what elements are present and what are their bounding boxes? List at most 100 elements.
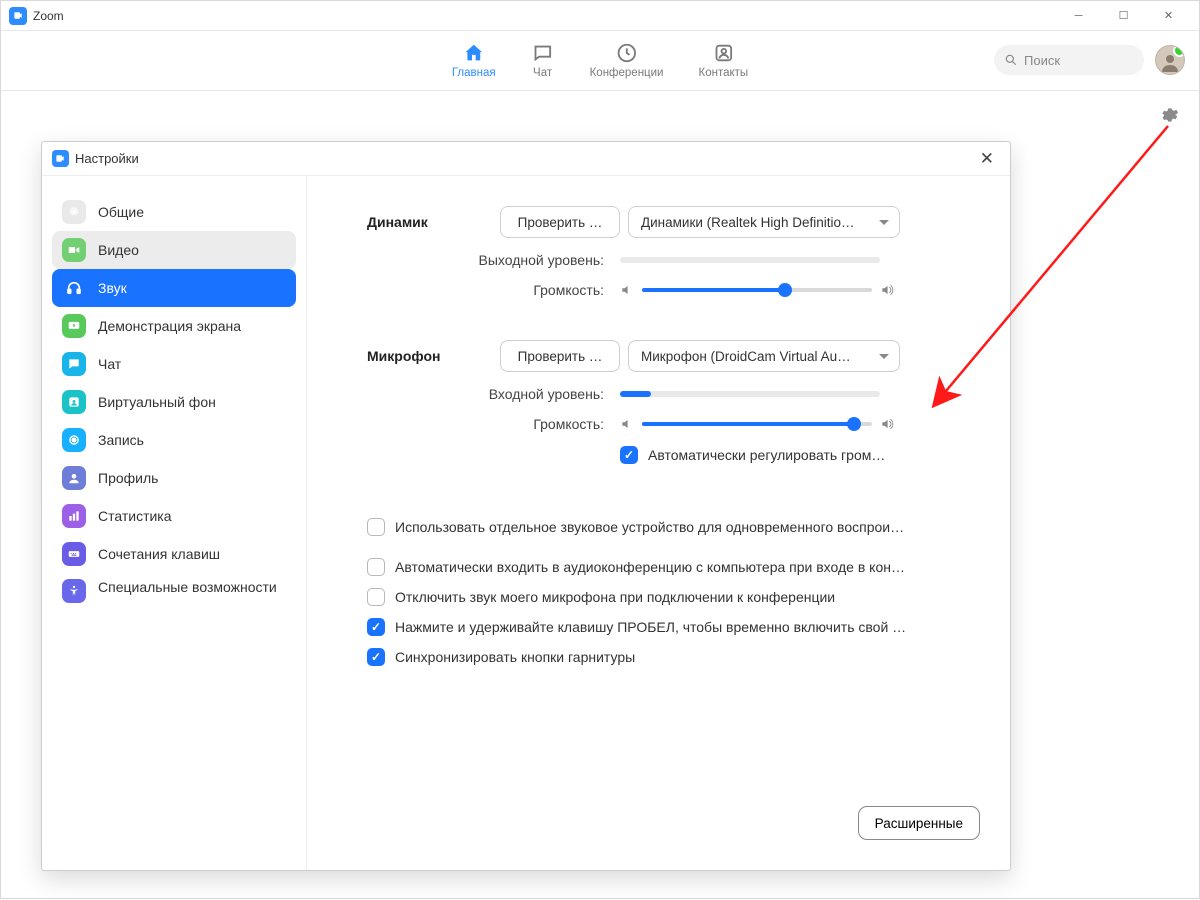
- nav-meetings-label: Конференции: [590, 67, 664, 79]
- settings-close-button[interactable]: ✕: [974, 147, 1000, 171]
- nav-chat-label: Чат: [533, 67, 552, 79]
- sidebar-item-label: Общие: [98, 204, 144, 220]
- sidebar-item-shortcuts[interactable]: Сочетания клавиш: [52, 535, 296, 573]
- mic-input-level-meter: [620, 391, 880, 397]
- gear-icon[interactable]: [1159, 105, 1179, 130]
- chat-bubble-icon: [531, 41, 555, 65]
- option-auto-join: Автоматически входить в аудиоконференцию…: [367, 558, 1000, 576]
- sidebar-item-audio[interactable]: Звук: [52, 269, 296, 307]
- sidebar-item-label: Профиль: [98, 470, 158, 486]
- advanced-button[interactable]: Расширенные: [858, 806, 980, 840]
- speaker-low-icon: [620, 417, 634, 431]
- sidebar-item-vbg[interactable]: Виртуальный фон: [52, 383, 296, 421]
- speaker-low-icon: [620, 283, 634, 297]
- mic-device-value: Микрофон (DroidCam Virtual Au…: [641, 349, 851, 364]
- sidebar-item-label: Звук: [98, 280, 127, 296]
- speaker-section-label: Динамик: [367, 214, 492, 230]
- clock-icon: [615, 41, 639, 65]
- settings-body: Общие Видео Звук: [42, 176, 1010, 870]
- settings-window: Настройки ✕ Общие Видео: [41, 141, 1011, 871]
- sidebar-item-share[interactable]: Демонстрация экрана: [52, 307, 296, 345]
- nav-meetings[interactable]: Конференции: [590, 41, 664, 79]
- nav-contacts-label: Контакты: [698, 67, 748, 79]
- sidebar-item-label: Виртуальный фон: [98, 394, 216, 410]
- sidebar-item-video[interactable]: Видео: [52, 231, 296, 269]
- sidebar-item-accessibility[interactable]: Специальные возможности: [52, 573, 296, 609]
- avatar-button[interactable]: [1155, 45, 1185, 75]
- maximize-button[interactable]: ☐: [1101, 1, 1146, 31]
- auto-adjust-volume-checkbox[interactable]: [620, 446, 638, 464]
- app-icon: [52, 150, 69, 167]
- share-screen-icon: [62, 314, 86, 338]
- speaker-high-icon: [880, 417, 894, 431]
- sidebar-item-chat[interactable]: Чат: [52, 345, 296, 383]
- auto-join-label: Автоматически входить в аудиоконференцию…: [395, 559, 905, 575]
- record-icon: [62, 428, 86, 452]
- speaker-device-dropdown[interactable]: Динамики (Realtek High Definitio…: [628, 206, 900, 238]
- auto-adjust-volume-label: Автоматически регулировать гром…: [648, 447, 885, 463]
- mute-on-join-checkbox[interactable]: [367, 588, 385, 606]
- speaker-output-level-row: Выходной уровень:: [367, 252, 1000, 268]
- speaker-device-value: Динамики (Realtek High Definitio…: [641, 215, 854, 230]
- sidebar-item-label: Сочетания клавиш: [98, 546, 220, 562]
- search-placeholder: Поиск: [1024, 53, 1060, 68]
- ptt-label: Нажмите и удерживайте клавишу ПРОБЕЛ, чт…: [395, 619, 906, 635]
- nav-group: Главная Чат Конференции Контакты: [452, 41, 748, 79]
- mic-device-dropdown[interactable]: Микрофон (DroidCam Virtual Au…: [628, 340, 900, 372]
- nav-home-label: Главная: [452, 67, 496, 79]
- mic-test-button[interactable]: Проверить …: [500, 340, 620, 372]
- sidebar-item-general[interactable]: Общие: [52, 193, 296, 231]
- ptt-checkbox[interactable]: [367, 618, 385, 636]
- mic-volume-label: Громкость:: [367, 416, 612, 432]
- sidebar-item-record[interactable]: Запись: [52, 421, 296, 459]
- search-input[interactable]: Поиск: [994, 45, 1144, 75]
- separate-device-checkbox[interactable]: [367, 518, 385, 536]
- speaker-output-level-meter: [620, 257, 880, 263]
- speaker-volume-row: Громкость:: [367, 282, 1000, 298]
- mic-volume-slider[interactable]: [642, 422, 872, 426]
- close-button[interactable]: ✕: [1146, 1, 1191, 31]
- speaker-high-icon: [880, 283, 894, 297]
- mic-row: Микрофон Проверить … Микрофон (DroidCam …: [367, 340, 1000, 372]
- output-level-label: Выходной уровень:: [367, 252, 612, 268]
- avatar-image: [1155, 45, 1185, 75]
- sidebar-item-stats[interactable]: Статистика: [52, 497, 296, 535]
- search-icon: [1004, 53, 1018, 67]
- gear-icon: [62, 200, 86, 224]
- accessibility-icon: [62, 579, 86, 603]
- sync-headset-label: Синхронизировать кнопки гарнитуры: [395, 649, 635, 665]
- sidebar-item-label: Демонстрация экрана: [98, 318, 241, 334]
- video-icon: [62, 238, 86, 262]
- titlebar: Zoom ─ ☐ ✕: [1, 1, 1199, 31]
- settings-titlebar: Настройки ✕: [42, 142, 1010, 176]
- option-separate-device: Использовать отдельное звуковое устройст…: [367, 518, 1000, 536]
- sync-headset-checkbox[interactable]: [367, 648, 385, 666]
- home-icon: [462, 41, 486, 65]
- stats-icon: [62, 504, 86, 528]
- mic-auto-adjust-row: Автоматически регулировать гром…: [367, 446, 1000, 476]
- window-controls: ─ ☐ ✕: [1056, 1, 1191, 31]
- nav-chat[interactable]: Чат: [531, 41, 555, 79]
- speaker-row: Динамик Проверить … Динамики (Realtek Hi…: [367, 206, 1000, 238]
- chat-icon: [62, 352, 86, 376]
- nav-home[interactable]: Главная: [452, 41, 496, 79]
- settings-title: Настройки: [75, 151, 139, 166]
- sidebar-item-label: Видео: [98, 242, 139, 258]
- app-icon: [9, 7, 27, 25]
- mic-volume-row: Громкость:: [367, 416, 1000, 432]
- speaker-volume-label: Громкость:: [367, 282, 612, 298]
- speaker-test-button[interactable]: Проверить …: [500, 206, 620, 238]
- sidebar-item-label: Специальные возможности: [98, 579, 277, 597]
- sidebar-item-label: Запись: [98, 432, 144, 448]
- sidebar-item-profile[interactable]: Профиль: [52, 459, 296, 497]
- minimize-button[interactable]: ─: [1056, 1, 1101, 31]
- nav-contacts[interactable]: Контакты: [698, 41, 748, 79]
- auto-join-checkbox[interactable]: [367, 558, 385, 576]
- option-sync-headset: Синхронизировать кнопки гарнитуры: [367, 648, 1000, 666]
- sidebar-item-label: Чат: [98, 356, 121, 372]
- app-title: Zoom: [33, 9, 64, 23]
- mute-on-join-label: Отключить звук моего микрофона при подкл…: [395, 589, 835, 605]
- contacts-icon: [711, 41, 735, 65]
- speaker-volume-slider[interactable]: [642, 288, 872, 292]
- separate-device-label: Использовать отдельное звуковое устройст…: [395, 519, 904, 535]
